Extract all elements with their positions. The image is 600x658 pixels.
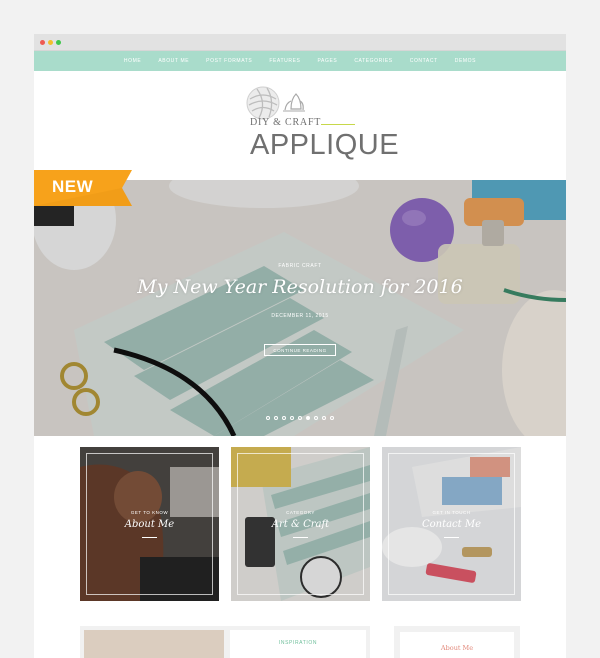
slider-dot[interactable] [290, 416, 294, 420]
slider-dot[interactable] [266, 416, 270, 420]
nav-item-home[interactable]: HOME [124, 58, 141, 64]
close-window-button[interactable] [40, 40, 45, 45]
feature-cards: GET TO KNOW About Me CATEGORY Art & Craf… [80, 447, 521, 601]
inspiration-image [84, 630, 224, 658]
continue-reading-button[interactable]: CONTINUE READING [264, 344, 336, 356]
slider-dot[interactable] [306, 416, 310, 420]
inspiration-label[interactable]: INSPIRATION [230, 640, 366, 646]
card-title[interactable]: Art & Craft [231, 519, 370, 530]
card-subtitle: GET IN TOUCH [432, 510, 471, 515]
card-title[interactable]: Contact Me [382, 519, 521, 530]
site-logo[interactable]: DIY & CRAFT APPLIQUE [34, 71, 566, 180]
new-ribbon-label: NEW [52, 177, 94, 196]
logo-divider [321, 124, 355, 125]
inspiration-block: INSPIRATION [80, 626, 370, 658]
slider-dot[interactable] [314, 416, 318, 420]
minimize-window-button[interactable] [48, 40, 53, 45]
hero-image [34, 180, 566, 436]
slider-dot[interactable] [274, 416, 278, 420]
browser-window: HOME ABOUT ME POST FORMATS FEATURES PAGE… [34, 34, 566, 658]
logo-tagline: DIY & CRAFT [250, 117, 322, 128]
card-divider [293, 537, 308, 538]
browser-chrome [34, 34, 566, 51]
slider-dot[interactable] [322, 416, 326, 420]
hero-date: DECEMBER 11, 2015 [271, 313, 329, 319]
hero-title[interactable]: My New Year Resolution for 2016 [34, 276, 566, 298]
slider-dot[interactable] [282, 416, 286, 420]
slider-dot[interactable] [330, 416, 334, 420]
nav-item-pages[interactable]: PAGES [317, 58, 337, 64]
card-title[interactable]: About Me [80, 519, 219, 530]
hero-slider[interactable]: FABRIC CRAFT My New Year Resolution for … [34, 180, 566, 436]
nav-item-features[interactable]: FEATURES [269, 58, 300, 64]
card-subtitle: GET TO KNOW [130, 510, 169, 515]
hero-category[interactable]: FABRIC CRAFT [34, 263, 566, 269]
nav-item-categories[interactable]: CATEGORIES [354, 58, 392, 64]
card-divider [142, 537, 157, 538]
slider-pagination [34, 416, 566, 420]
slider-dot[interactable] [298, 416, 302, 420]
main-navigation: HOME ABOUT ME POST FORMATS FEATURES PAGE… [34, 51, 566, 71]
card-art-craft[interactable]: CATEGORY Art & Craft [231, 447, 370, 601]
about-widget-title: About Me [440, 644, 474, 652]
logo-title: APPLIQUE [250, 129, 400, 161]
nav-item-about-me[interactable]: ABOUT ME [158, 58, 189, 64]
card-contact-me[interactable]: GET IN TOUCH Contact Me [382, 447, 521, 601]
nav-item-demos[interactable]: DEMOS [455, 58, 476, 64]
maximize-window-button[interactable] [56, 40, 61, 45]
nav-item-contact[interactable]: CONTACT [410, 58, 438, 64]
nav-item-post-formats[interactable]: POST FORMATS [206, 58, 252, 64]
card-subtitle: CATEGORY [286, 510, 315, 515]
card-about-me[interactable]: GET TO KNOW About Me [80, 447, 219, 601]
card-divider [444, 537, 459, 538]
about-widget: About Me [394, 626, 520, 658]
